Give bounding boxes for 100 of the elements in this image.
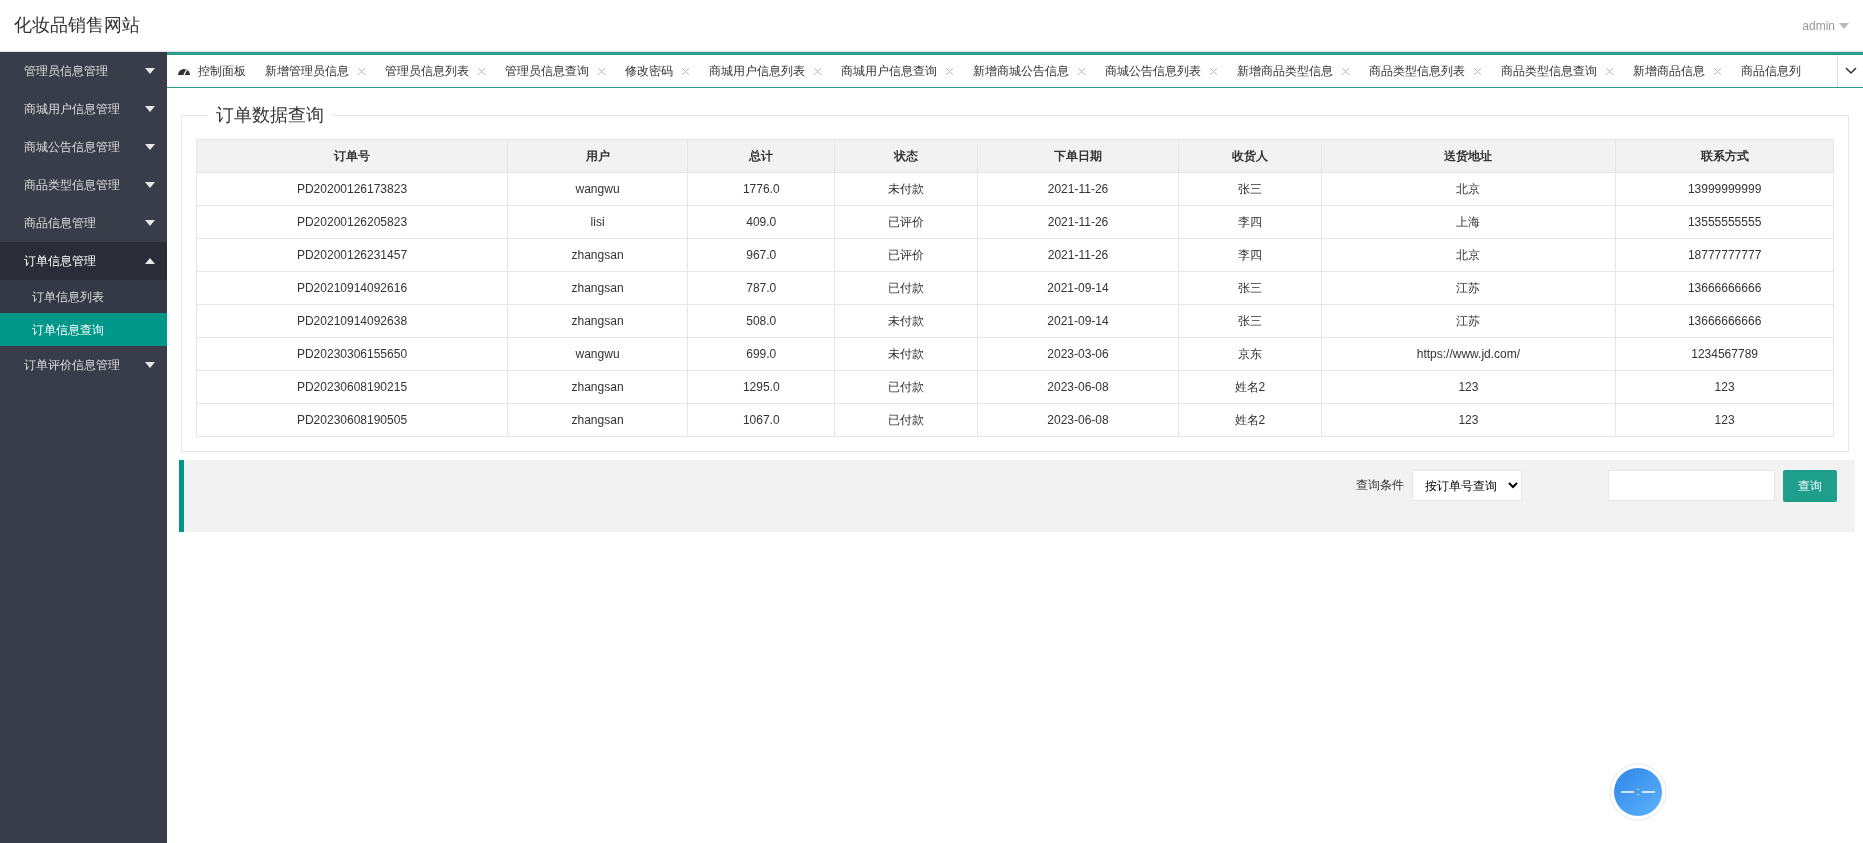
caret-down-icon bbox=[1839, 22, 1849, 29]
table-cell: lisi bbox=[507, 205, 688, 239]
table-cell: 2023-06-08 bbox=[977, 370, 1179, 404]
caret-down-icon bbox=[145, 144, 155, 150]
table-cell: PD20230306155650 bbox=[196, 337, 508, 371]
sidebar-group[interactable]: 订单信息管理 bbox=[0, 242, 167, 280]
table-cell: 2023-03-06 bbox=[977, 337, 1179, 371]
table-cell: 张三 bbox=[1178, 172, 1322, 206]
table-cell: 李四 bbox=[1178, 205, 1322, 239]
table-cell: 已付款 bbox=[834, 403, 978, 437]
tab[interactable]: 商品类型信息查询 bbox=[1490, 61, 1622, 81]
table-cell: PD20200126205823 bbox=[196, 205, 508, 239]
table-cell: 姓名2 bbox=[1178, 403, 1322, 437]
table-cell: 北京 bbox=[1321, 172, 1616, 206]
sidebar-group[interactable]: 商城用户信息管理 bbox=[0, 90, 167, 128]
table-cell: 699.0 bbox=[687, 337, 835, 371]
caret-down-icon bbox=[145, 106, 155, 112]
table-cell: 未付款 bbox=[834, 337, 978, 371]
tab[interactable]: 新增管理员信息 bbox=[254, 61, 374, 81]
tab[interactable]: 控制面板 bbox=[167, 62, 254, 80]
table-cell: 13666666666 bbox=[1615, 304, 1834, 338]
tab[interactable]: 新增商品信息 bbox=[1622, 61, 1730, 81]
table-cell: PD20210914092616 bbox=[196, 271, 508, 305]
table-cell: 2021-09-14 bbox=[977, 304, 1179, 338]
table-cell: 已评价 bbox=[834, 205, 978, 239]
table-cell: zhangsan bbox=[507, 403, 688, 437]
table-cell: wangwu bbox=[507, 337, 688, 371]
caret-down-icon bbox=[145, 182, 155, 188]
tab[interactable]: 商城用户信息查询 bbox=[830, 61, 962, 81]
table-cell: 2023-06-08 bbox=[977, 403, 1179, 437]
table-cell: PD20230608190505 bbox=[196, 403, 508, 437]
table-cell: 姓名2 bbox=[1178, 370, 1322, 404]
gauge-icon bbox=[178, 66, 190, 76]
caret-down-icon bbox=[145, 220, 155, 226]
table-cell: zhangsan bbox=[507, 238, 688, 272]
sidebar-group[interactable]: 商品类型信息管理 bbox=[0, 166, 167, 204]
tab[interactable]: 管理员信息查询 bbox=[494, 61, 614, 81]
table-cell: 13666666666 bbox=[1615, 271, 1834, 305]
tab[interactable]: 商品信息列 bbox=[1730, 62, 1801, 80]
table-cell: 967.0 bbox=[687, 238, 835, 272]
table-cell: 123 bbox=[1321, 370, 1616, 404]
table-cell: 1067.0 bbox=[687, 403, 835, 437]
table-cell: 123 bbox=[1615, 370, 1834, 404]
table-cell: 2021-11-26 bbox=[977, 205, 1179, 239]
sidebar-group[interactable]: 管理员信息管理 bbox=[0, 52, 167, 90]
column-header: 联系方式 bbox=[1615, 139, 1834, 173]
table-cell: PD20200126173823 bbox=[196, 172, 508, 206]
table-cell: 2021-09-14 bbox=[977, 271, 1179, 305]
search-type-select[interactable]: 按订单号查询 bbox=[1412, 470, 1522, 501]
table-cell: 江苏 bbox=[1321, 271, 1616, 305]
table-cell: 123 bbox=[1321, 403, 1616, 437]
table-cell: PD20200126231457 bbox=[196, 238, 508, 272]
table-cell: 已付款 bbox=[834, 370, 978, 404]
tab[interactable]: 新增商品类型信息 bbox=[1226, 61, 1358, 81]
table-cell: 未付款 bbox=[834, 304, 978, 338]
table-cell: 张三 bbox=[1178, 271, 1322, 305]
tab[interactable]: 商城公告信息列表 bbox=[1094, 61, 1226, 81]
tab[interactable]: 修改密码 bbox=[614, 61, 698, 81]
column-header: 用户 bbox=[507, 139, 688, 173]
table-cell: 未付款 bbox=[834, 172, 978, 206]
caret-down-icon bbox=[145, 68, 155, 74]
table-cell: wangwu bbox=[507, 172, 688, 206]
table-cell: 京东 bbox=[1178, 337, 1322, 371]
table-cell: 787.0 bbox=[687, 271, 835, 305]
tab[interactable]: 商品类型信息列表 bbox=[1358, 61, 1490, 81]
table-cell: zhangsan bbox=[507, 370, 688, 404]
tab[interactable]: 新增商城公告信息 bbox=[962, 61, 1094, 81]
sidebar-item[interactable]: 订单信息列表 bbox=[0, 280, 167, 313]
table-cell: 18777777777 bbox=[1615, 238, 1834, 272]
caret-down-icon bbox=[145, 362, 155, 368]
caret-up-icon bbox=[145, 258, 155, 264]
search-input[interactable] bbox=[1608, 470, 1775, 501]
table-cell: 13999999999 bbox=[1615, 172, 1834, 206]
search-label: 查询条件 bbox=[1356, 477, 1404, 494]
table-cell: 13555555555 bbox=[1615, 205, 1834, 239]
table-cell: 上海 bbox=[1321, 205, 1616, 239]
table-cell: 409.0 bbox=[687, 205, 835, 239]
tab[interactable]: 商城用户信息列表 bbox=[698, 61, 830, 81]
sidebar-group[interactable]: 商品信息管理 bbox=[0, 204, 167, 242]
table-cell: 123 bbox=[1615, 403, 1834, 437]
table-cell: zhangsan bbox=[507, 304, 688, 338]
table-cell: 北京 bbox=[1321, 238, 1616, 272]
table-cell: 已付款 bbox=[834, 271, 978, 305]
table-cell: 2021-11-26 bbox=[977, 238, 1179, 272]
table-cell: 1776.0 bbox=[687, 172, 835, 206]
sidebar-group[interactable]: 商城公告信息管理 bbox=[0, 128, 167, 166]
sidebar-item[interactable]: 订单信息查询 bbox=[0, 313, 167, 346]
floating-ball-icon[interactable] bbox=[1609, 763, 1667, 821]
column-header: 下单日期 bbox=[977, 139, 1179, 173]
table-cell: 1295.0 bbox=[687, 370, 835, 404]
table-cell: 张三 bbox=[1178, 304, 1322, 338]
sidebar-group[interactable]: 订单评价信息管理 bbox=[0, 346, 167, 384]
table-cell: 已评价 bbox=[834, 238, 978, 272]
table-cell: PD20230608190215 bbox=[196, 370, 508, 404]
table-cell: zhangsan bbox=[507, 271, 688, 305]
site-title: 化妆品销售网站 bbox=[14, 14, 140, 37]
tab[interactable]: 管理员信息列表 bbox=[374, 61, 494, 81]
table-cell: 江苏 bbox=[1321, 304, 1616, 338]
column-header: 订单号 bbox=[196, 139, 508, 173]
column-header: 状态 bbox=[834, 139, 978, 173]
